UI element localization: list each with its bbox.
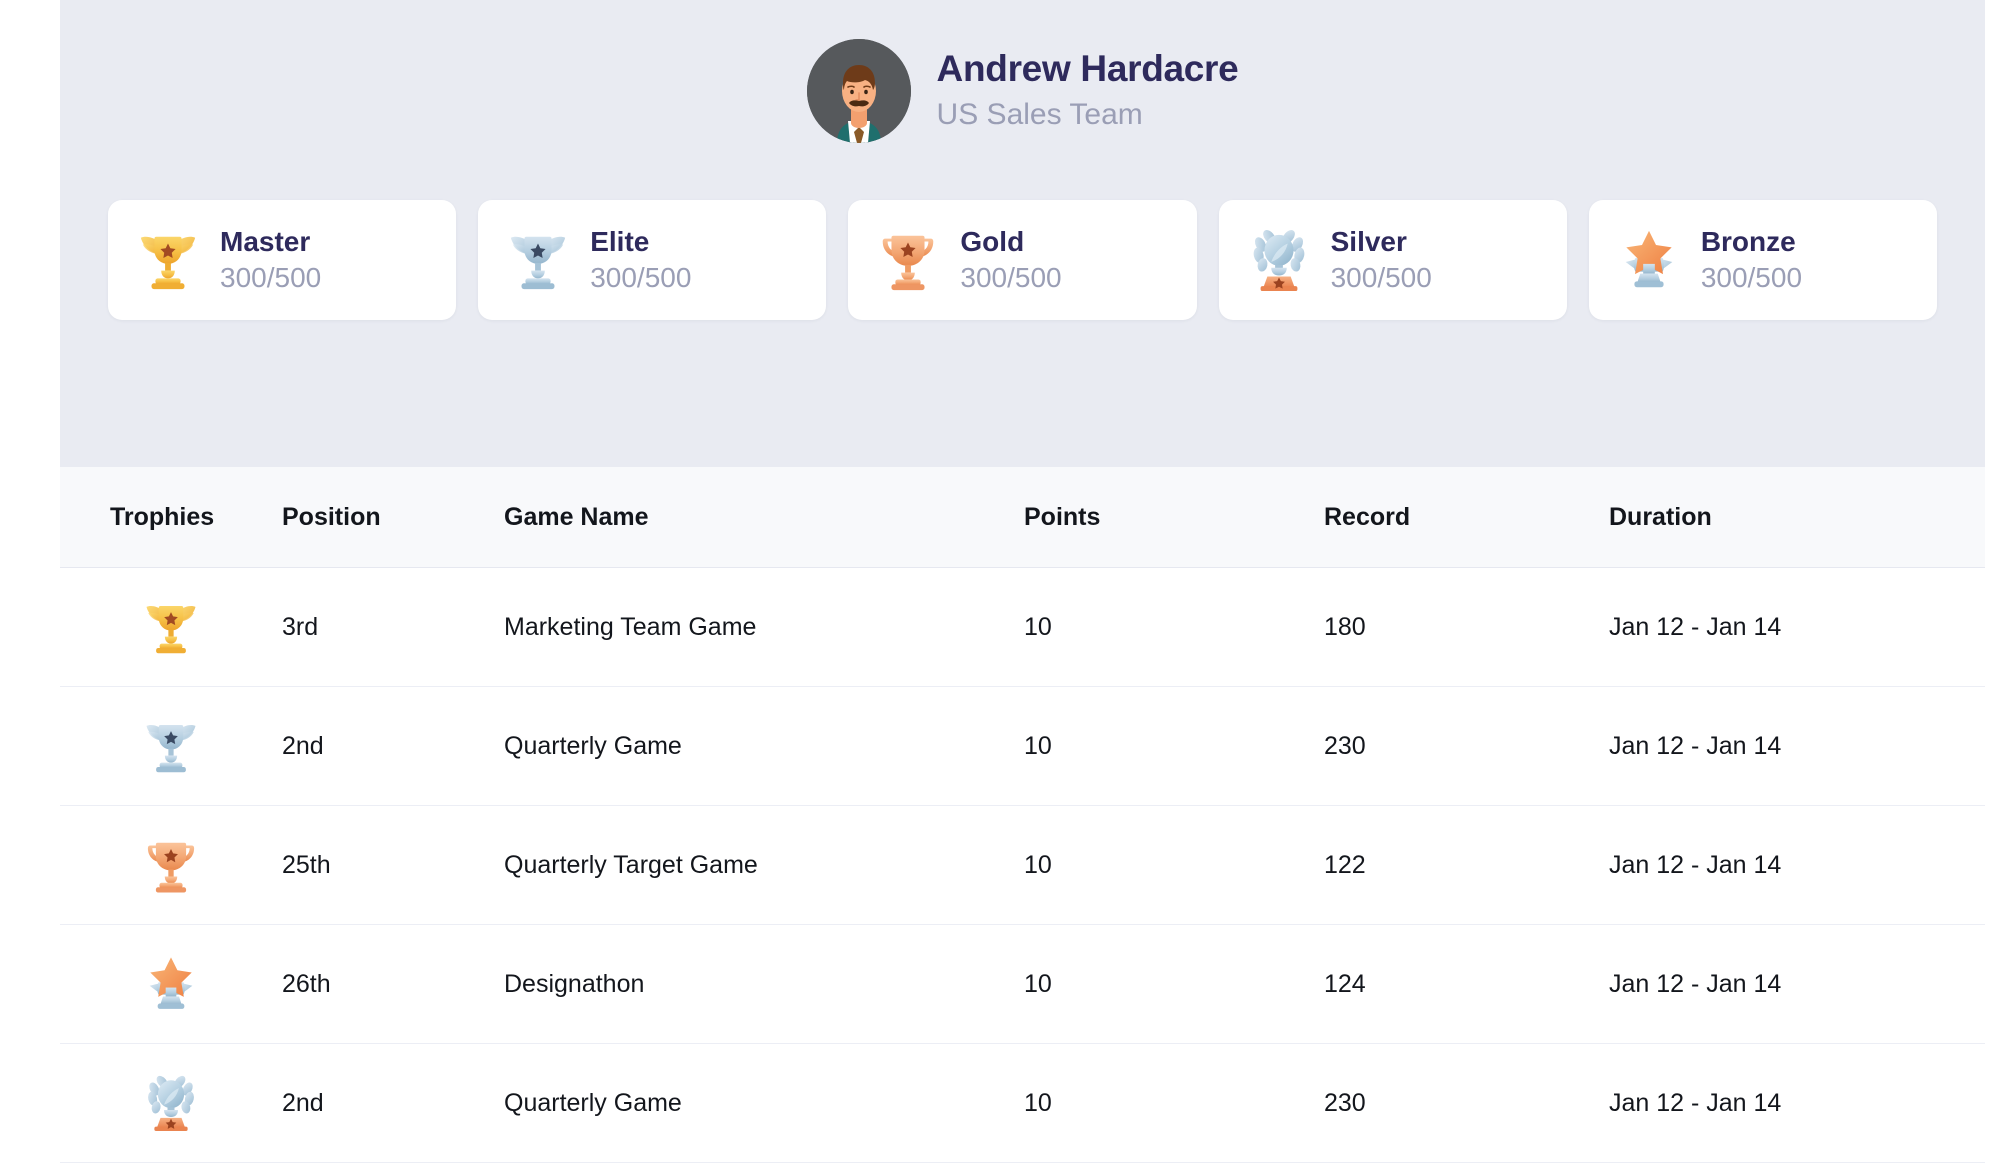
cell-position: 26th bbox=[282, 969, 331, 998]
cell-game-name: Quarterly Game bbox=[504, 731, 682, 760]
cell-game-name: Designathon bbox=[504, 969, 645, 998]
row-trophy-cell bbox=[60, 1066, 282, 1140]
cell-points: 10 bbox=[1024, 731, 1052, 760]
star-ribbon-trophy-icon bbox=[1615, 224, 1683, 296]
handled-trophy-bronze-icon bbox=[874, 224, 942, 296]
table-row[interactable]: 3rd Marketing Team Game 10 180 Jan 12 - … bbox=[60, 568, 1985, 687]
table-row[interactable]: 2nd Quarterly Game 10 230 Jan 12 - Jan 1… bbox=[60, 1044, 1985, 1163]
profile-text: Andrew Hardacre US Sales Team bbox=[937, 48, 1239, 134]
badge-progress: 300/500 bbox=[220, 262, 322, 294]
profile-team: US Sales Team bbox=[936, 97, 1143, 131]
cell-duration: Jan 12 - Jan 14 bbox=[1609, 731, 1782, 760]
cell-position: 2nd bbox=[282, 1088, 324, 1117]
row-trophy-cell bbox=[60, 590, 282, 664]
winged-trophy-silver-icon bbox=[504, 224, 572, 296]
badge-card-master[interactable]: Master 300/500 bbox=[108, 200, 457, 320]
badge-title: Elite bbox=[590, 225, 650, 257]
cell-duration: Jan 12 - Jan 14 bbox=[1609, 1088, 1782, 1117]
column-header-record: Record bbox=[1324, 502, 1411, 531]
avatar bbox=[806, 39, 911, 143]
winged-trophy-gold-icon bbox=[140, 590, 202, 664]
badge-card-elite[interactable]: Elite 300/500 bbox=[478, 200, 827, 320]
profile-header-band: Andrew Hardacre US Sales Team Master 300… bbox=[60, 0, 1985, 467]
badge-meta: Master 300/500 bbox=[220, 225, 321, 296]
row-trophy-cell bbox=[60, 709, 282, 783]
cell-record: 122 bbox=[1324, 850, 1366, 879]
cell-record: 230 bbox=[1324, 1088, 1366, 1117]
badge-meta: Bronze 300/500 bbox=[1701, 225, 1802, 296]
cell-duration: Jan 12 - Jan 14 bbox=[1609, 969, 1782, 998]
cell-duration: Jan 12 - Jan 14 bbox=[1609, 850, 1782, 879]
badge-progress: 300/500 bbox=[960, 262, 1062, 294]
badge-card-list: Master 300/500 Elite 300/500 Gold 300/50… bbox=[60, 200, 1985, 320]
badge-progress: 300/500 bbox=[1330, 262, 1432, 294]
badge-progress: 300/500 bbox=[590, 262, 692, 294]
cell-game-name: Marketing Team Game bbox=[504, 612, 757, 641]
column-header-trophies: Trophies bbox=[110, 502, 215, 531]
badge-card-silver[interactable]: Silver 300/500 bbox=[1218, 200, 1567, 320]
table-header-row: Trophies Position Game Name Points Recor… bbox=[60, 467, 1985, 568]
cell-points: 10 bbox=[1024, 612, 1052, 641]
badge-meta: Gold 300/500 bbox=[960, 225, 1061, 296]
trophies-page: Andrew Hardacre US Sales Team Master 300… bbox=[60, 0, 1985, 1163]
cell-record: 230 bbox=[1324, 731, 1366, 760]
winged-trophy-gold-icon bbox=[134, 224, 202, 296]
winged-trophy-silver-icon bbox=[140, 709, 202, 783]
laurel-trophy-silver-icon bbox=[1245, 224, 1313, 296]
column-header-position: Position bbox=[282, 502, 381, 531]
row-trophy-cell bbox=[60, 947, 282, 1021]
cell-position: 3rd bbox=[282, 612, 319, 641]
row-trophy-cell bbox=[60, 828, 282, 902]
table-row[interactable]: 25th Quarterly Target Game 10 122 Jan 12… bbox=[60, 806, 1985, 925]
badge-card-bronze[interactable]: Bronze 300/500 bbox=[1588, 200, 1938, 320]
page-title: Andrew Hardacre bbox=[936, 48, 1239, 90]
column-header-game-name: Game Name bbox=[504, 502, 649, 531]
cell-record: 180 bbox=[1324, 612, 1366, 641]
badge-title: Silver bbox=[1330, 225, 1407, 257]
cell-game-name: Quarterly Target Game bbox=[504, 850, 758, 879]
cell-points: 10 bbox=[1024, 1088, 1052, 1117]
cell-position: 25th bbox=[282, 850, 331, 879]
badge-meta: Elite 300/500 bbox=[590, 225, 691, 296]
cell-points: 10 bbox=[1024, 969, 1052, 998]
handled-trophy-bronze-icon bbox=[140, 828, 202, 902]
badge-title: Gold bbox=[960, 225, 1025, 257]
column-header-points: Points bbox=[1024, 502, 1101, 531]
cell-record: 124 bbox=[1324, 969, 1366, 998]
cell-position: 2nd bbox=[282, 731, 324, 760]
profile-summary: Andrew Hardacre US Sales Team bbox=[60, 26, 1985, 156]
badge-progress: 300/500 bbox=[1700, 262, 1803, 294]
column-header-duration: Duration bbox=[1609, 502, 1712, 531]
cell-points: 10 bbox=[1024, 850, 1052, 879]
laurel-trophy-silver-icon bbox=[140, 1066, 202, 1140]
trophies-table: Trophies Position Game Name Points Recor… bbox=[60, 467, 1985, 1163]
badge-title: Bronze bbox=[1700, 225, 1796, 257]
cell-game-name: Quarterly Game bbox=[504, 1088, 682, 1117]
badge-title: Master bbox=[220, 225, 311, 257]
star-ribbon-trophy-icon bbox=[140, 947, 202, 1021]
badge-meta: Silver 300/500 bbox=[1331, 225, 1432, 296]
badge-card-gold[interactable]: Gold 300/500 bbox=[848, 200, 1197, 320]
table-row[interactable]: 2nd Quarterly Game 10 230 Jan 12 - Jan 1… bbox=[60, 687, 1985, 806]
cell-duration: Jan 12 - Jan 14 bbox=[1609, 612, 1782, 641]
table-row[interactable]: 26th Designathon 10 124 Jan 12 - Jan 14 bbox=[60, 925, 1985, 1044]
